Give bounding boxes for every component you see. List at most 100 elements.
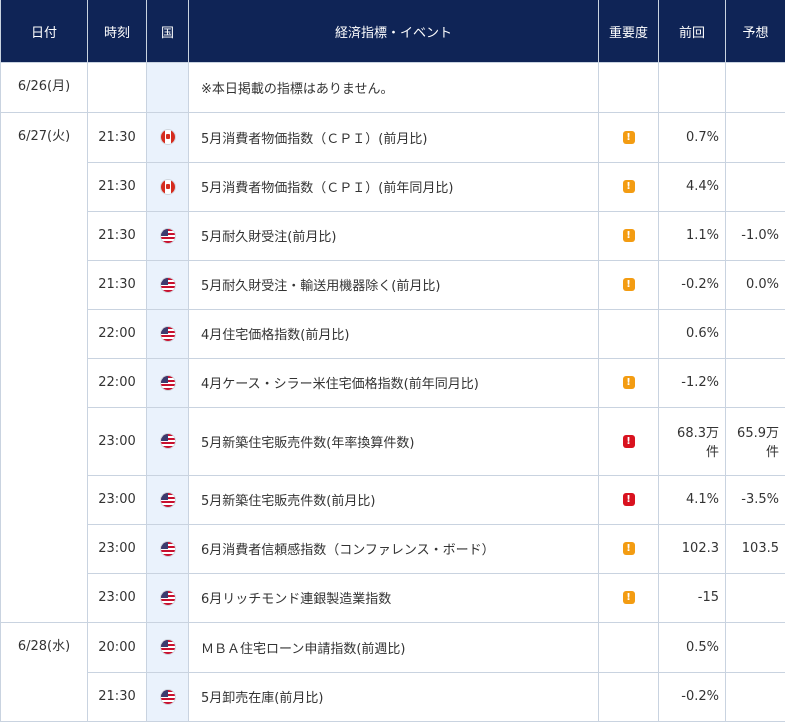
- time-cell: 21:30: [88, 211, 147, 260]
- header-previous: 前回: [659, 0, 726, 63]
- time-cell: 21:30: [88, 162, 147, 211]
- table-row: 6/27(火) 21:30 5月消費者物価指数（ＣＰＩ）(前月比) ! 0.7%: [1, 113, 785, 163]
- time-cell: 23:00: [88, 524, 147, 573]
- date-cell: [1, 524, 88, 573]
- time-cell: 21:30: [88, 672, 147, 722]
- header-event: 経済指標・イベント: [189, 0, 599, 63]
- us-flag-icon: [161, 640, 175, 654]
- importance-cell: [599, 63, 659, 113]
- date-cell: [1, 407, 88, 475]
- forecast-cell: 0.0%: [726, 260, 785, 309]
- us-flag-icon: [161, 434, 175, 448]
- event-cell: 4月ケース・シラー米住宅価格指数(前年同月比): [189, 358, 599, 407]
- time-cell: 22:00: [88, 358, 147, 407]
- us-flag-icon: [161, 229, 175, 243]
- date-cell: [1, 309, 88, 358]
- importance-mid-icon: !: [623, 278, 635, 291]
- event-cell: 5月新築住宅販売件数(前月比): [189, 475, 599, 524]
- time-cell: 21:30: [88, 260, 147, 309]
- importance-cell: [599, 623, 659, 673]
- forecast-cell: [726, 162, 785, 211]
- event-cell: 5月消費者物価指数（ＣＰＩ）(前月比): [189, 113, 599, 163]
- previous-cell: -0.2%: [659, 672, 726, 722]
- header-country: 国: [147, 0, 189, 63]
- header-importance: 重要度: [599, 0, 659, 63]
- us-flag-icon: [161, 278, 175, 292]
- time-cell: 23:00: [88, 573, 147, 623]
- us-flag-icon: [161, 376, 175, 390]
- previous-cell: 102.3: [659, 524, 726, 573]
- event-cell: 5月耐久財受注(前月比): [189, 211, 599, 260]
- previous-cell: -1.2%: [659, 358, 726, 407]
- forecast-cell: -3.5%: [726, 475, 785, 524]
- importance-high-icon: !: [623, 435, 635, 448]
- header-forecast: 予想: [726, 0, 785, 63]
- importance-mid-icon: !: [623, 131, 635, 144]
- event-cell: 6月リッチモンド連銀製造業指数: [189, 573, 599, 623]
- previous-cell: 68.3万件: [659, 407, 726, 475]
- ca-flag-icon: [161, 180, 175, 194]
- us-flag-icon: [161, 493, 175, 507]
- date-cell: 6/27(火): [1, 113, 88, 163]
- ca-flag-icon: [161, 130, 175, 144]
- event-cell: 5月新築住宅販売件数(年率換算件数): [189, 407, 599, 475]
- previous-cell: 0.7%: [659, 113, 726, 163]
- table-row: 22:00 4月住宅価格指数(前月比) 0.6%: [1, 309, 785, 358]
- time-cell: 20:00: [88, 623, 147, 673]
- us-flag-icon: [161, 690, 175, 704]
- table-row: 23:00 6月消費者信頼感指数（コンファレンス・ボード） ! 102.3 10…: [1, 524, 785, 573]
- time-cell: 23:00: [88, 475, 147, 524]
- forecast-cell: [726, 672, 785, 722]
- previous-cell: 0.5%: [659, 623, 726, 673]
- date-cell: 6/28(水): [1, 623, 88, 673]
- us-flag-icon: [161, 327, 175, 341]
- header-date: 日付: [1, 0, 88, 63]
- importance-cell: [599, 672, 659, 722]
- country-cell: [147, 63, 189, 113]
- date-cell: [1, 260, 88, 309]
- table-row: 21:30 5月卸売在庫(前月比) -0.2%: [1, 672, 785, 722]
- event-cell: 4月住宅価格指数(前月比): [189, 309, 599, 358]
- header-time: 時刻: [88, 0, 147, 63]
- table-row: 21:30 5月耐久財受注・輸送用機器除く(前月比) ! -0.2% 0.0%: [1, 260, 785, 309]
- date-cell: 6/26(月): [1, 63, 88, 113]
- importance-mid-icon: !: [623, 180, 635, 193]
- event-cell: 5月消費者物価指数（ＣＰＩ）(前年同月比): [189, 162, 599, 211]
- forecast-cell: [726, 623, 785, 673]
- importance-mid-icon: !: [623, 376, 635, 389]
- time-cell: 22:00: [88, 309, 147, 358]
- forecast-cell: [726, 573, 785, 623]
- event-cell: ＭＢＡ住宅ローン申請指数(前週比): [189, 623, 599, 673]
- forecast-cell: 103.5: [726, 524, 785, 573]
- date-cell: [1, 211, 88, 260]
- table-row: 22:00 4月ケース・シラー米住宅価格指数(前年同月比) ! -1.2%: [1, 358, 785, 407]
- table-row: 23:00 5月新築住宅販売件数(年率換算件数) ! 68.3万件 65.9万件: [1, 407, 785, 475]
- forecast-cell: [726, 113, 785, 163]
- date-cell: [1, 573, 88, 623]
- forecast-cell: -1.0%: [726, 211, 785, 260]
- previous-cell: 1.1%: [659, 211, 726, 260]
- table-row: 21:30 5月耐久財受注(前月比) ! 1.1% -1.0%: [1, 211, 785, 260]
- previous-cell: -0.2%: [659, 260, 726, 309]
- date-cell: [1, 475, 88, 524]
- table-row: 6/28(水) 20:00 ＭＢＡ住宅ローン申請指数(前週比) 0.5%: [1, 623, 785, 673]
- time-cell: 21:30: [88, 113, 147, 163]
- header-row: 日付 時刻 国 経済指標・イベント 重要度 前回 予想: [1, 0, 785, 63]
- previous-cell: 4.4%: [659, 162, 726, 211]
- previous-cell: -15: [659, 573, 726, 623]
- date-cell: [1, 358, 88, 407]
- table-row: 23:00 5月新築住宅販売件数(前月比) ! 4.1% -3.5%: [1, 475, 785, 524]
- forecast-cell: [726, 358, 785, 407]
- forecast-cell: 65.9万件: [726, 407, 785, 475]
- us-flag-icon: [161, 542, 175, 556]
- event-cell: 5月耐久財受注・輸送用機器除く(前月比): [189, 260, 599, 309]
- forecast-cell: [726, 309, 785, 358]
- event-cell: 5月卸売在庫(前月比): [189, 672, 599, 722]
- time-cell: 23:00: [88, 407, 147, 475]
- importance-high-icon: !: [623, 493, 635, 506]
- economic-calendar-table: 日付 時刻 国 経済指標・イベント 重要度 前回 予想 6/26(月) ※本日掲…: [0, 0, 785, 722]
- date-cell: [1, 162, 88, 211]
- event-cell: ※本日掲載の指標はありません。: [189, 63, 599, 113]
- previous-cell: 4.1%: [659, 475, 726, 524]
- table-row: 23:00 6月リッチモンド連銀製造業指数 ! -15: [1, 573, 785, 623]
